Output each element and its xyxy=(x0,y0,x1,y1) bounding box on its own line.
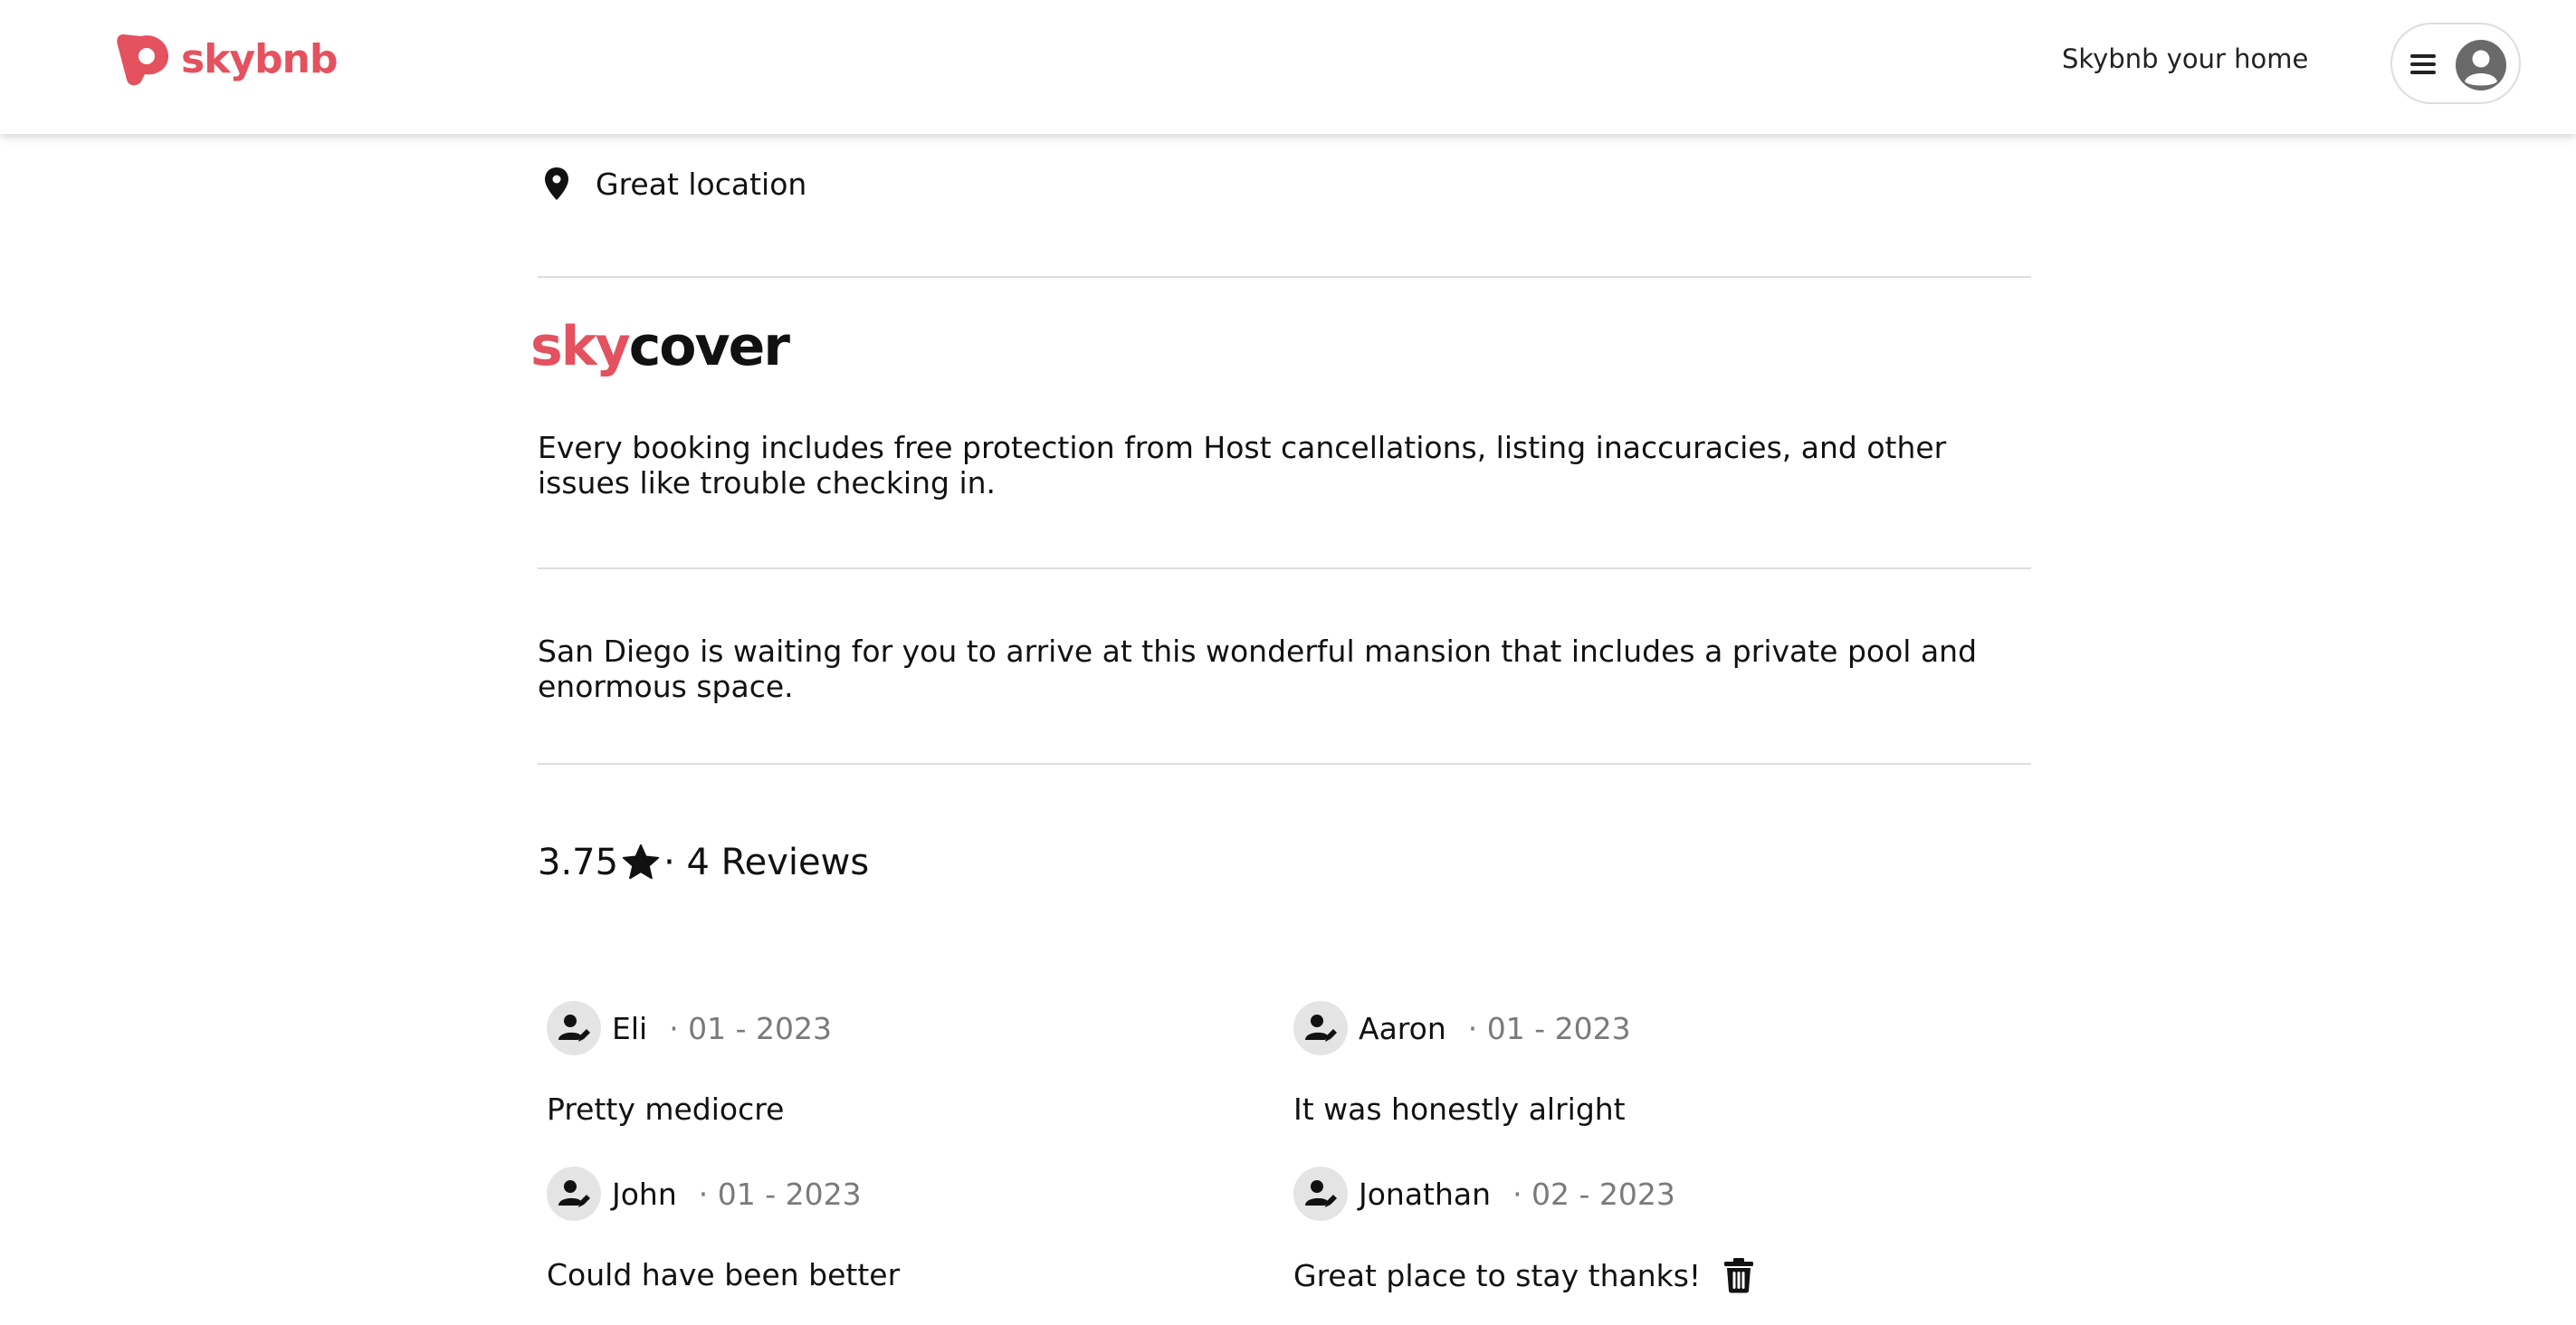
skybnb-logo[interactable]: skybnb xyxy=(114,29,338,89)
reviewer-name: John xyxy=(612,1176,677,1212)
reviews-count: · 4 Reviews xyxy=(663,842,870,883)
location-text: Great location xyxy=(596,166,807,202)
review-date: · 02 - 2023 xyxy=(1512,1176,1675,1212)
skycover-prefix: sky xyxy=(530,315,631,378)
review-item: John · 01 - 2023 Could have been better xyxy=(547,1167,900,1292)
user-edit-icon xyxy=(1305,1180,1337,1207)
user-edit-icon xyxy=(558,1015,590,1042)
map-pin-icon xyxy=(545,167,568,200)
skycover-logo: skycover xyxy=(530,319,790,374)
review-item: Aaron · 01 - 2023 It was honestly alrigh… xyxy=(1293,1001,1631,1127)
section-divider xyxy=(538,763,2031,765)
reviewer-name: Aaron xyxy=(1359,1010,1446,1046)
skybnb-logo-icon xyxy=(117,34,168,86)
brand-name: skybnb xyxy=(181,35,338,82)
listing-description: San Diego is waiting for you to arrive a… xyxy=(538,634,1978,704)
reviewer-avatar xyxy=(547,1167,601,1221)
review-text: Great place to stay thanks! xyxy=(1293,1257,1702,1293)
review-date: · 01 - 2023 xyxy=(669,1010,833,1046)
great-location-highlight: Great location xyxy=(538,165,806,203)
hamburger-icon xyxy=(2410,54,2436,74)
rating-summary: 3.75 · 4 Reviews xyxy=(538,842,869,883)
host-your-home-link[interactable]: Skybnb your home xyxy=(2062,43,2308,74)
user-edit-icon xyxy=(1305,1015,1337,1042)
reviewer-name: Jonathan xyxy=(1359,1176,1492,1212)
review-text: Could have been better xyxy=(547,1257,901,1292)
review-text: It was honestly alright xyxy=(1293,1091,1626,1127)
section-divider xyxy=(538,276,2031,278)
review-item: Eli · 01 - 2023 Pretty mediocre xyxy=(547,1001,833,1127)
reviewer-avatar xyxy=(1293,1001,1348,1055)
review-date: · 01 - 2023 xyxy=(1467,1010,1631,1046)
delete-review-trash-icon[interactable] xyxy=(1722,1257,1755,1293)
star-icon xyxy=(622,844,660,880)
top-navbar: skybnb Skybnb your home xyxy=(0,0,2576,134)
reviewer-name: Eli xyxy=(612,1010,648,1046)
reviewer-avatar xyxy=(1293,1167,1348,1221)
section-divider xyxy=(538,567,2031,569)
review-date: · 01 - 2023 xyxy=(698,1176,862,1212)
review-text: Pretty mediocre xyxy=(547,1091,785,1127)
skycover-description: Every booking includes free protection f… xyxy=(538,430,1947,500)
skycover-suffix: cover xyxy=(628,315,790,378)
user-avatar-icon xyxy=(2456,40,2506,91)
review-item: Jonathan · 02 - 2023 Great place to stay… xyxy=(1293,1167,1754,1293)
user-edit-icon xyxy=(558,1180,590,1207)
reviewer-avatar xyxy=(547,1001,601,1055)
user-menu-button[interactable] xyxy=(2390,23,2521,104)
rating-score: 3.75 xyxy=(538,842,619,883)
